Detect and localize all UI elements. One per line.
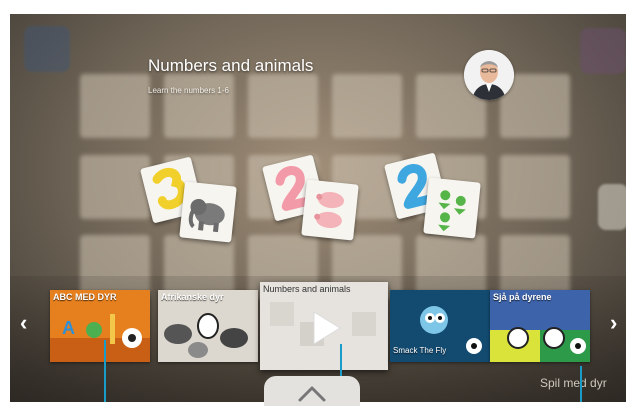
game-thumbnail-abc-med-dyr[interactable]: A ABC MED DYR bbox=[50, 290, 150, 362]
game-title-label: ABC MED DYR bbox=[53, 292, 117, 302]
card-pair-three bbox=[139, 156, 256, 252]
corner-decoration-mid-right bbox=[598, 184, 626, 230]
game-thumbnail-sja-pa-dyrene[interactable]: Sjå på dyrene bbox=[490, 290, 590, 362]
birds-card bbox=[423, 177, 481, 239]
game-title-label: Afrikanske dyr bbox=[161, 292, 224, 302]
game-title: Numbers and animals bbox=[148, 56, 314, 75]
app-screen: Numbers and animals Learn the numbers 1-… bbox=[10, 14, 626, 402]
carousel-next-button[interactable]: › bbox=[610, 310, 617, 336]
game-thumbnail-afrikanske-dyr[interactable]: Afrikanske dyr bbox=[158, 290, 258, 362]
bird-icon bbox=[438, 190, 466, 232]
game-title-label: Numbers and animals bbox=[263, 284, 351, 294]
chevron-left-icon: ‹ bbox=[20, 310, 28, 335]
corner-decoration-top-right bbox=[580, 28, 626, 74]
card-pair-two-birds bbox=[383, 152, 500, 248]
pig-card bbox=[301, 179, 359, 241]
user-avatar[interactable] bbox=[464, 50, 514, 100]
corner-decoration-top-left bbox=[24, 26, 70, 72]
elephant-icon bbox=[188, 198, 225, 233]
pointer-line-right bbox=[580, 366, 582, 402]
game-subtitle: Learn the numbers 1-6 bbox=[148, 86, 229, 95]
game-thumbnail-smack-the-fly[interactable]: Smack The Fly bbox=[390, 290, 490, 362]
play-icon[interactable] bbox=[306, 308, 346, 348]
card-pair-two bbox=[261, 154, 378, 250]
game-title-label: Smack The Fly bbox=[393, 346, 447, 355]
game-title-label: Sjå på dyrene bbox=[493, 292, 552, 302]
elephant-card bbox=[179, 181, 237, 243]
pointer-line-left bbox=[104, 340, 106, 402]
person-icon bbox=[464, 50, 514, 100]
carousel-prev-button[interactable]: ‹ bbox=[20, 310, 27, 336]
svg-text:A: A bbox=[62, 318, 75, 338]
game-thumbnail-numbers-and-animals[interactable]: Numbers and animals bbox=[260, 282, 388, 370]
chevron-right-icon: › bbox=[610, 310, 618, 335]
pig-icon bbox=[314, 191, 345, 229]
next-game-hint: Spil med dyr bbox=[540, 376, 607, 390]
